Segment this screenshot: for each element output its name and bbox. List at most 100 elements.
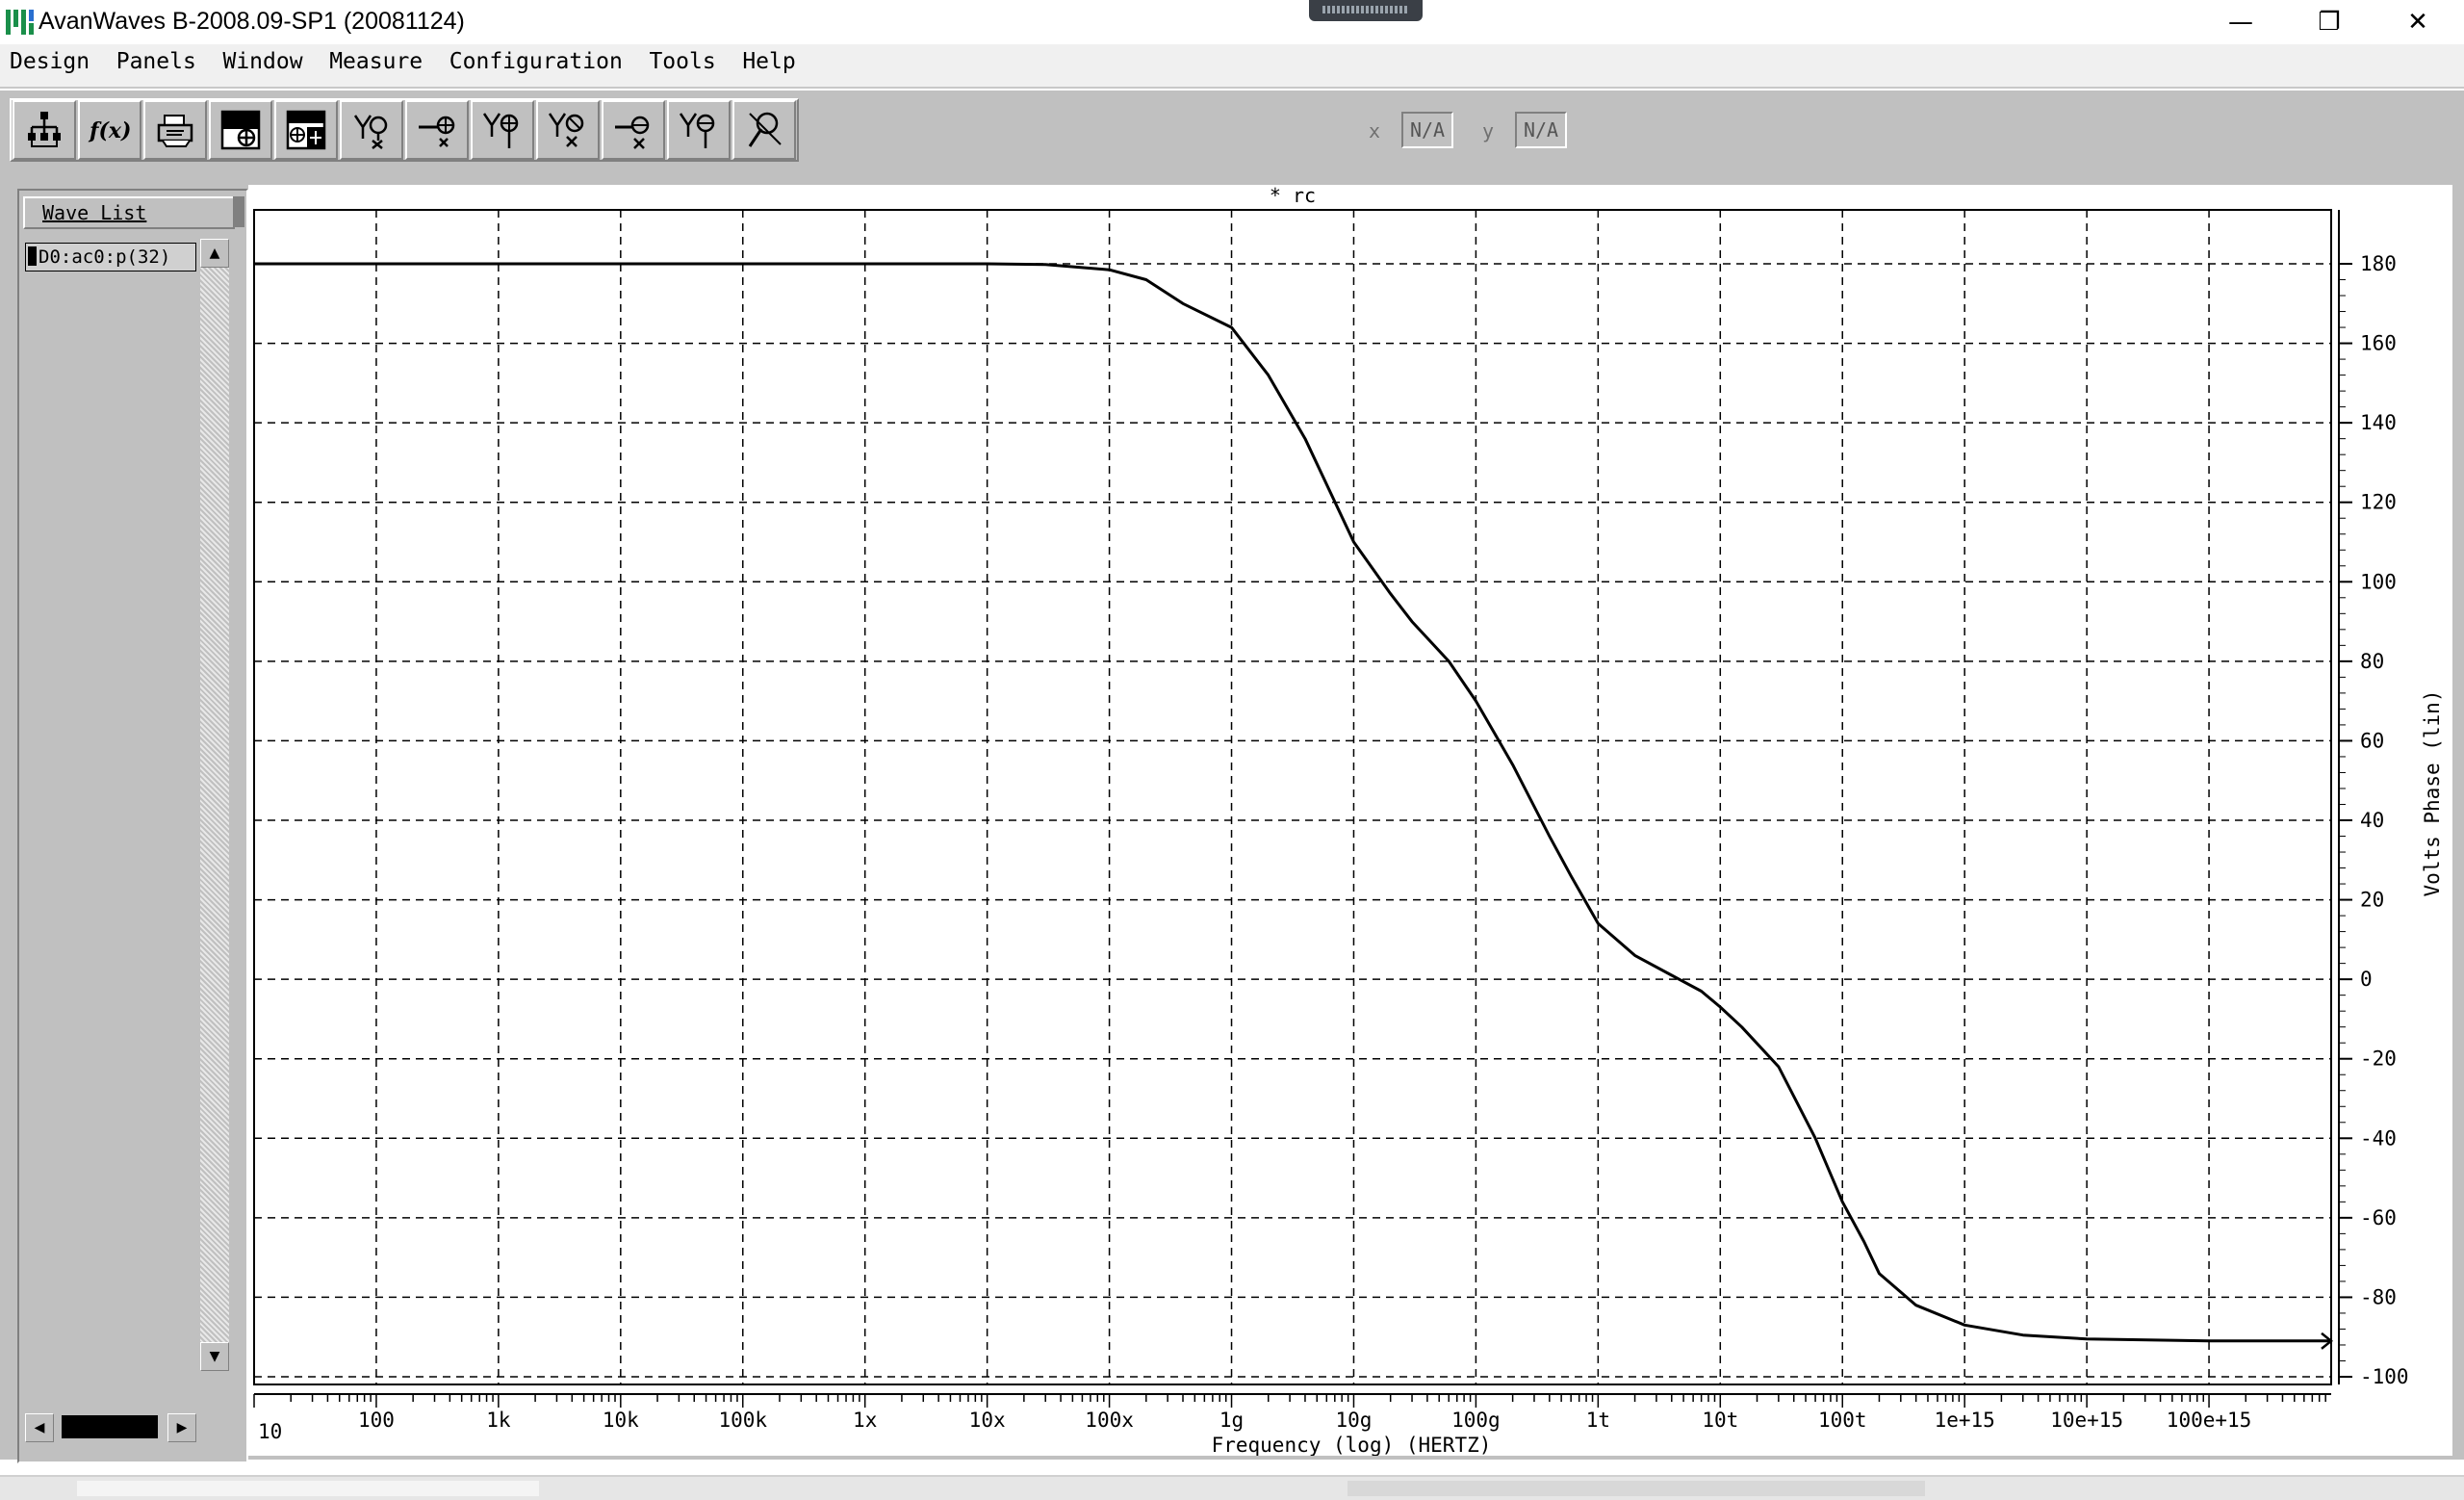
y-tick-label: -40 — [2360, 1126, 2397, 1150]
x-tick-label: 100g — [1451, 1409, 1501, 1432]
add-panels-button[interactable] — [274, 100, 338, 160]
wave-list-header[interactable]: Wave List — [23, 196, 244, 229]
menu-measure[interactable]: Measure — [329, 44, 423, 79]
window-title: AvanWaves B-2008.09-SP1 (20081124) — [38, 8, 465, 35]
wave-list-panel: Wave List D0:ac0:p(32) ▲ ▼ ◀ ▶ — [17, 189, 248, 1463]
menu-panels[interactable]: Panels — [116, 44, 196, 79]
y-tick-label: -80 — [2360, 1285, 2397, 1308]
wave-list-item-label: D0:ac0:p(32) — [38, 246, 171, 268]
y-tick-label: 160 — [2360, 332, 2397, 355]
x-tick-label: 10x — [969, 1409, 1006, 1432]
x-tick-label: 10e+15 — [2050, 1409, 2123, 1432]
probe-icon — [748, 112, 782, 147]
wave-list-header-edge — [233, 196, 244, 227]
function-icon: f(x) — [88, 118, 131, 143]
taskbar-apps[interactable] — [1348, 1481, 1925, 1496]
y-tick-label: 140 — [2360, 411, 2397, 434]
x-measure-delete-button[interactable] — [602, 100, 665, 160]
series-line — [254, 262, 2331, 1343]
x-tick-label: 1k — [486, 1409, 511, 1432]
menu-tools[interactable]: Tools — [649, 44, 715, 79]
x-tick-label: 100k — [718, 1409, 767, 1432]
plot-frame — [253, 209, 2332, 1385]
x-tick-label: 10k — [603, 1409, 639, 1432]
x-tick-label: 100x — [1085, 1409, 1134, 1432]
x-tick-label: 100e+15 — [2167, 1409, 2252, 1432]
scroll-left-arrow-icon[interactable]: ◀ — [25, 1413, 54, 1442]
probe-button[interactable] — [732, 100, 796, 160]
scroll-down-arrow-icon[interactable]: ▼ — [200, 1342, 229, 1371]
taskbar — [0, 1475, 2464, 1500]
y-measure-add-button[interactable] — [667, 100, 731, 160]
x-tick-label: 1t — [1586, 1409, 1610, 1432]
add-panel-button[interactable] — [209, 100, 272, 160]
scroll-right-arrow-icon[interactable]: ▶ — [167, 1413, 196, 1442]
title-bar: AvanWaves B-2008.09-SP1 (20081124) — ❐ ✕ — [0, 0, 2464, 44]
y-axis-label: Volts Phase (lin) — [2421, 690, 2444, 897]
app-logo-icon — [6, 10, 34, 35]
y-tick-label: 80 — [2360, 650, 2384, 673]
y-cursor-add-button[interactable] — [471, 100, 534, 160]
menu-help[interactable]: Help — [742, 44, 795, 79]
function-icon-text: f(x) — [88, 118, 131, 143]
menu-configuration[interactable]: Configuration — [449, 44, 623, 79]
y-cursor-delete-icon — [353, 115, 388, 149]
hierarchy-button[interactable] — [13, 100, 76, 160]
y-tick-label: -100 — [2360, 1365, 2409, 1388]
x-tick-label: 1g — [1219, 1409, 1244, 1432]
x-tick-label: 10g — [1336, 1409, 1373, 1432]
y-measure-delete-button[interactable] — [536, 100, 600, 160]
y-tick-label: 120 — [2360, 491, 2397, 514]
toolbar: f(x) x N/A y N/A — [0, 89, 2464, 169]
y-measure-delete-icon — [548, 113, 584, 147]
y-measure-add-icon — [679, 113, 715, 148]
y-coord-field: N/A — [1515, 112, 1567, 148]
x-cursor-delete-button[interactable] — [405, 100, 469, 160]
x-coord-field: N/A — [1401, 112, 1453, 148]
close-button[interactable]: ✕ — [2374, 0, 2462, 44]
menu-window[interactable]: Window — [222, 44, 302, 79]
print-button[interactable] — [143, 100, 207, 160]
hscroll-thumb[interactable] — [62, 1415, 158, 1438]
x-tick-label: 1e+15 — [1935, 1409, 1995, 1432]
x-measure-delete-icon — [615, 116, 650, 149]
y-tick-label: 0 — [2360, 968, 2373, 991]
hierarchy-icon — [28, 112, 61, 147]
y-tick-label: 40 — [2360, 809, 2384, 832]
x-coord-label: x — [1369, 119, 1381, 142]
x-cursor-delete-icon — [419, 116, 455, 147]
y-tick-label: 180 — [2360, 252, 2397, 275]
y-cursor-delete-button[interactable] — [340, 100, 403, 160]
window-drag-handle[interactable] — [1309, 0, 1423, 21]
x-tick-label: 10 — [258, 1420, 282, 1443]
x-axis-label: Frequency (log) (HERTZ) — [1212, 1434, 1492, 1456]
plot-panel[interactable]: * rc 10 100 1k 10k 100k 1x 10x 100x 1g 10g 100g 1t 10… — [248, 185, 2452, 1456]
minimize-button[interactable]: — — [2196, 0, 2285, 44]
wave-list-item[interactable]: D0:ac0:p(32) — [25, 243, 196, 272]
y-tick-label: 20 — [2360, 889, 2384, 912]
taskbar-search-box[interactable] — [77, 1481, 539, 1496]
menu-design[interactable]: Design — [10, 44, 90, 79]
y-tick-label: 100 — [2360, 570, 2397, 593]
wave-list: D0:ac0:p(32) — [23, 239, 200, 1404]
y-tick-label: -20 — [2360, 1047, 2397, 1071]
menu-bar: Design Panels Window Measure Configurati… — [0, 44, 2464, 89]
function-button[interactable]: f(x) — [78, 100, 141, 160]
x-tick-label: 100 — [358, 1409, 395, 1432]
wave-list-hscrollbar[interactable]: ◀ ▶ — [23, 1411, 200, 1442]
y-tick-label: -60 — [2360, 1206, 2397, 1229]
y-tick-label: 60 — [2360, 729, 2384, 752]
x-tick-label: 100t — [1818, 1409, 1867, 1432]
chart-title: * rc — [1270, 185, 1316, 207]
wave-list-vscrollbar[interactable]: ▲ ▼ — [200, 239, 229, 1371]
restore-button[interactable]: ❐ — [2285, 0, 2374, 44]
y-coord-label: y — [1482, 119, 1495, 142]
scroll-up-arrow-icon[interactable]: ▲ — [200, 239, 229, 268]
x-tick-label: 10t — [1702, 1409, 1738, 1432]
toolbar-button-group: f(x) — [10, 98, 799, 162]
x-tick-label: 1x — [853, 1409, 877, 1432]
print-icon — [157, 115, 193, 147]
waveform-chart[interactable]: * rc 10 100 1k 10k 100k 1x 10x 100x 1g 10g 100g 1t 10… — [248, 185, 2452, 1456]
add-panel-icon — [220, 110, 261, 150]
add-panels-icon — [286, 110, 326, 150]
